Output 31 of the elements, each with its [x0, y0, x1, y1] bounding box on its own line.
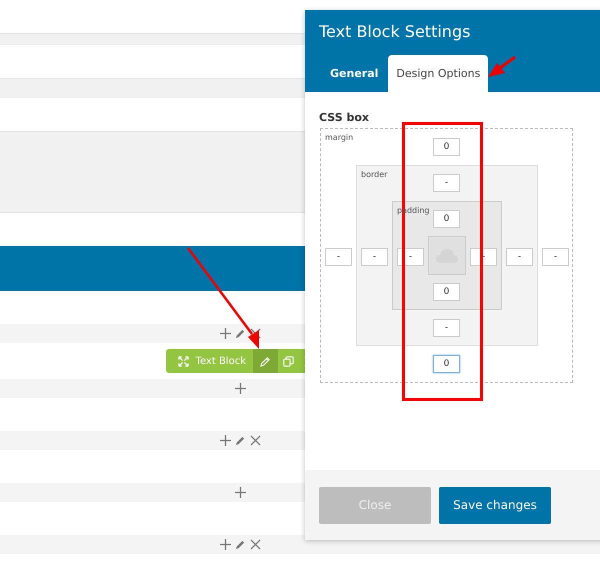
annotation-arrow [488, 56, 516, 77]
layer-label: margin [325, 133, 354, 142]
tab[interactable]: General [319, 55, 386, 92]
section-title: CSS box [319, 111, 370, 124]
add-icon[interactable] [220, 539, 230, 550]
add-icon[interactable] [220, 328, 230, 339]
value-field[interactable]: 0 [433, 283, 460, 301]
close-icon[interactable] [250, 435, 260, 446]
save-button[interactable]: Save changes [439, 486, 551, 524]
value-field[interactable]: 0 [433, 210, 460, 228]
dialog-title: Text Block Settings [318, 21, 472, 41]
value-field[interactable]: 0 [433, 355, 460, 373]
value-field[interactable]: - [542, 248, 569, 266]
pencil-icon[interactable] [234, 435, 246, 446]
value-field[interactable]: - [325, 248, 352, 266]
tab[interactable]: Design Options [388, 55, 488, 92]
value-field[interactable]: - [433, 319, 460, 337]
value-field[interactable]: - [361, 248, 388, 266]
add-icon[interactable] [220, 435, 230, 446]
layer-label: border [361, 170, 388, 179]
add-icon[interactable] [234, 383, 246, 394]
pencil-icon[interactable] [234, 328, 246, 339]
pencil-icon [260, 356, 271, 366]
value-field[interactable]: - [506, 248, 533, 266]
value-field[interactable]: - [433, 174, 460, 192]
value-field[interactable]: 0 [433, 138, 460, 156]
pencil-icon[interactable] [234, 539, 246, 550]
close-icon[interactable] [250, 539, 260, 550]
add-icon[interactable] [234, 487, 246, 498]
close-icon[interactable] [250, 328, 260, 339]
edit-button[interactable] [253, 349, 278, 373]
